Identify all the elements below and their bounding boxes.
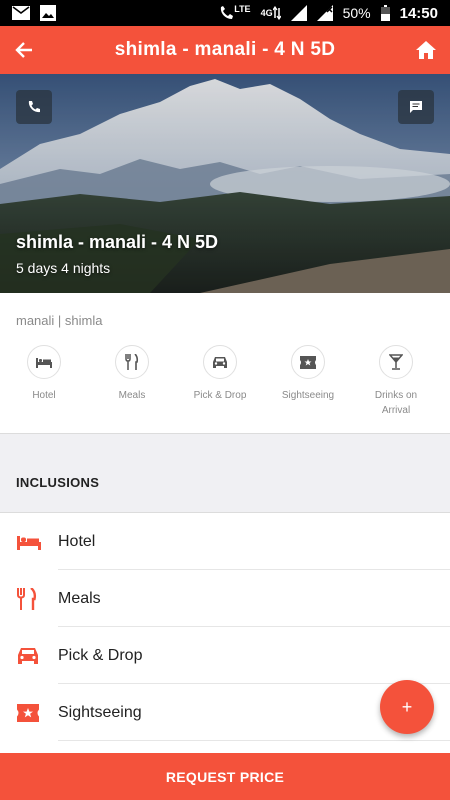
chat-button[interactable] [398,90,434,124]
ticket-icon [300,355,316,369]
package-duration: 5 days 4 nights [16,260,111,276]
network-label: 4G [260,8,273,18]
arrow-left-icon [15,42,32,58]
add-fab-button[interactable]: + [380,680,434,734]
app-bar: shimla - manali - 4 N 5D [0,26,450,74]
divider [58,740,450,741]
list-item: Meals [0,570,450,627]
amenity-drinks: Drinks on Arrival [352,345,440,418]
battery-icon [380,5,390,21]
ticket-icon [17,703,39,722]
amenity-label: Meals [118,390,146,401]
bed-icon [36,358,52,368]
amenity-label: Hotel [32,390,56,401]
inclusion-label: Pick & Drop [58,646,143,664]
chat-icon [410,101,422,113]
amenity-sightseeing: Sightseeing [264,345,352,418]
inclusions-header: INCLUSIONS [0,433,450,513]
email-icon [12,6,30,20]
status-bar: LTE 4G 50% 14:50 [0,0,450,26]
amenity-label: Sightseeing [281,390,335,401]
network-4g-icon: 4G [261,6,281,20]
inclusion-label: Sightseeing [58,703,142,721]
package-summary: manali | shimla Hotel Meals Pick & Drop … [0,293,450,433]
hero-banner: shimla - manali - 4 N 5D 5 days 4 nights [0,74,450,293]
app-bar-title: shimla - manali - 4 N 5D [114,39,336,60]
amenity-pick-drop: Pick & Drop [176,345,264,418]
inclusions-heading: INCLUSIONS [16,475,100,490]
amenity-label: Pick & Drop [193,390,247,401]
cutlery-icon [17,587,37,610]
signal-2-icon [316,5,333,21]
signal-icon [290,5,307,21]
call-lte-icon: LTE [218,4,251,21]
battery-percent: 50% [342,5,371,21]
lte-label: LTE [234,4,251,14]
home-button[interactable] [412,36,440,64]
home-icon [416,41,436,59]
package-title: shimla - manali - 4 N 5D [16,232,219,252]
list-item: Pick & Drop [0,627,450,684]
amenity-icon-circle [27,345,61,379]
bed-icon [17,535,41,550]
phone-icon [28,101,40,113]
amenity-icon-circle [203,345,237,379]
plus-icon: + [401,696,413,717]
request-price-button[interactable]: REQUEST PRICE [0,753,450,800]
inclusion-label: Meals [58,589,101,607]
call-button[interactable] [16,90,52,124]
inclusion-label: Hotel [58,532,96,550]
amenity-icon-circle [291,345,325,379]
cutlery-icon [125,354,139,370]
clock: 14:50 [399,4,438,22]
car-icon [213,356,227,368]
destinations: manali | shimla [16,313,103,328]
cocktail-icon [389,354,403,370]
amenity-meals: Meals [88,345,176,418]
list-item: Hotel [0,513,450,570]
amenity-icon-circle [379,345,413,379]
back-button[interactable] [10,36,38,64]
amenity-hotel: Hotel [0,345,88,418]
amenities-row: Hotel Meals Pick & Drop Sightseeing Drin… [0,345,450,418]
image-icon [40,5,56,21]
amenity-icon-circle [115,345,149,379]
amenity-label: Drinks on Arrival [374,390,418,416]
car-icon [18,647,38,664]
